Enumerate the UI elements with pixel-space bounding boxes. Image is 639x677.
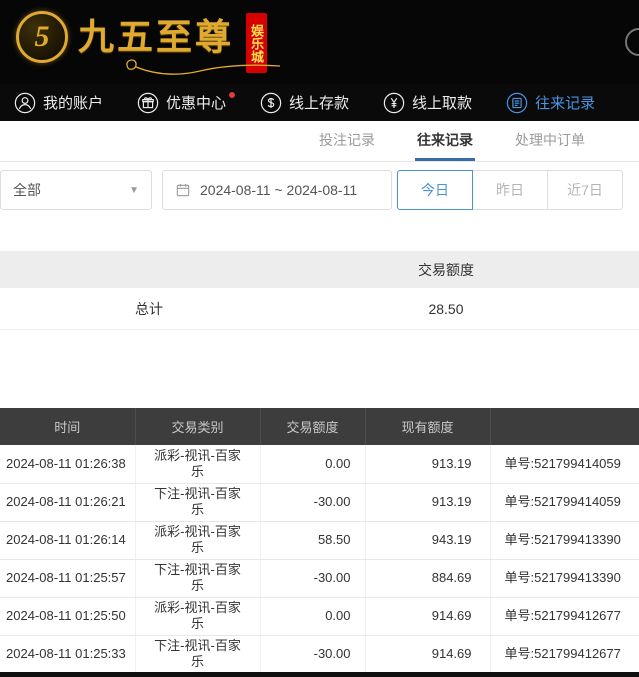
table-row: 2024-08-11 01:25:50 派彩-视讯-百家乐 0.00 914.6…: [0, 597, 639, 635]
table-row: 2024-08-11 01:25:57 下注-视讯-百家乐 -30.00 884…: [0, 559, 639, 597]
cell-order-number: 单号:521799414059: [490, 483, 639, 521]
summary-total-label: 总计: [0, 288, 298, 329]
gift-icon: [137, 92, 159, 114]
cell-time: 2024-08-11 01:26:38: [0, 445, 135, 483]
cell-time: 2024-08-11 01:25:50: [0, 597, 135, 635]
tab-processing-orders[interactable]: 处理中订单: [513, 121, 587, 161]
filter-bar: 全部 ▼ 2024-08-11 ~ 2024-08-11 今日 昨日 近7日: [0, 170, 639, 210]
nav-item-label: 优惠中心: [166, 92, 226, 113]
cell-type: 派彩-视讯-百家乐: [135, 597, 260, 635]
cell-amount: 58.50: [260, 521, 365, 559]
cell-amount: 0.00: [260, 597, 365, 635]
flourish-decoration-icon: [118, 56, 288, 78]
cell-order-number: 单号:521799412677: [490, 597, 639, 635]
records-table-head: 时间 交易类别 交易额度 现有额度: [0, 408, 639, 445]
table-row: 2024-08-11 01:26:21 下注-视讯-百家乐 -30.00 913…: [0, 483, 639, 521]
yesterday-button[interactable]: 昨日: [472, 170, 548, 210]
cell-type: 下注-视讯-百家乐: [135, 559, 260, 597]
col-header-type: 交易类别: [135, 408, 260, 445]
nav-item-label: 我的账户: [43, 92, 103, 113]
cell-amount: 0.00: [260, 445, 365, 483]
logo-symbol: 5: [35, 20, 50, 54]
summary-table: 交易额度 总计 28.50: [0, 251, 639, 330]
cell-amount: -30.00: [260, 559, 365, 597]
cell-time: 2024-08-11 01:25:57: [0, 559, 135, 597]
cell-type: 派彩-视讯-百家乐: [135, 521, 260, 559]
nav-item-label: 往来记录: [535, 92, 595, 113]
tab-transaction-records[interactable]: 往来记录: [415, 121, 475, 161]
summary-amount-header: 交易额度: [298, 251, 639, 288]
nav-item-transaction-records[interactable]: 往来记录: [506, 92, 595, 114]
cell-type: 下注-视讯-百家乐: [135, 635, 260, 673]
col-header-balance: 现有额度: [365, 408, 490, 445]
date-range-value: 2024-08-11 ~ 2024-08-11: [200, 182, 357, 198]
col-header-order: [490, 408, 639, 445]
nav-item-deposit[interactable]: 线上存款: [260, 92, 349, 114]
table-row: 2024-08-11 01:25:33 下注-视讯-百家乐 -30.00 914…: [0, 635, 639, 673]
record-tabs: 投注记录 往来记录 处理中订单: [0, 121, 639, 162]
deposit-coin-icon: [260, 92, 282, 114]
table-row: 2024-08-11 01:26:38 派彩-视讯-百家乐 0.00 913.1…: [0, 445, 639, 483]
nav-item-my-account[interactable]: 我的账户: [14, 92, 103, 114]
category-select-value: 全部: [13, 180, 41, 200]
col-header-time: 时间: [0, 408, 135, 445]
last-7-days-button[interactable]: 近7日: [547, 170, 623, 210]
summary-header-row: 交易额度: [0, 251, 639, 288]
col-header-amount: 交易额度: [260, 408, 365, 445]
cell-type: 下注-视讯-百家乐: [135, 483, 260, 521]
notification-dot: [229, 92, 235, 98]
nav-item-withdraw[interactable]: 线上取款: [383, 92, 472, 114]
corner-circle-icon[interactable]: [625, 28, 639, 56]
summary-header-empty: [0, 251, 298, 288]
nav-item-label: 线上取款: [412, 92, 472, 113]
bottom-bar: [0, 672, 639, 677]
cell-time: 2024-08-11 01:26:14: [0, 521, 135, 559]
cell-time: 2024-08-11 01:25:33: [0, 635, 135, 673]
cell-balance: 914.69: [365, 597, 490, 635]
tab-bet-records[interactable]: 投注记录: [317, 121, 377, 161]
withdraw-coin-icon: [383, 92, 405, 114]
cell-order-number: 单号:521799412677: [490, 635, 639, 673]
calendar-icon: [175, 182, 191, 198]
quick-date-buttons: 今日 昨日 近7日: [397, 170, 623, 210]
nav-item-label: 线上存款: [289, 92, 349, 113]
nav-item-promotions[interactable]: 优惠中心: [137, 92, 226, 114]
cell-amount: -30.00: [260, 635, 365, 673]
site-header: 5 九五至尊 娱乐城: [0, 0, 639, 84]
page: 5 九五至尊 娱乐城 我的账户 优惠中心: [0, 0, 639, 674]
date-range-input[interactable]: 2024-08-11 ~ 2024-08-11: [162, 170, 392, 210]
brand-logo-icon: 5: [16, 11, 68, 63]
table-row: 2024-08-11 01:26:14 派彩-视讯-百家乐 58.50 943.…: [0, 521, 639, 559]
cell-order-number: 单号:521799413390: [490, 559, 639, 597]
records-table: 时间 交易类别 交易额度 现有额度 2024-08-11 01:26:38 派彩…: [0, 408, 639, 674]
summary-total-row: 总计 28.50: [0, 288, 639, 330]
category-select[interactable]: 全部 ▼: [0, 170, 152, 210]
user-icon: [14, 92, 36, 114]
cell-amount: -30.00: [260, 483, 365, 521]
records-icon: [506, 92, 528, 114]
cell-balance: 884.69: [365, 559, 490, 597]
cell-balance: 913.19: [365, 445, 490, 483]
cell-order-number: 单号:521799413390: [490, 521, 639, 559]
cell-balance: 943.19: [365, 521, 490, 559]
cell-type: 派彩-视讯-百家乐: [135, 445, 260, 483]
cell-balance: 914.69: [365, 635, 490, 673]
today-button[interactable]: 今日: [397, 170, 473, 210]
records-table-body: 2024-08-11 01:26:38 派彩-视讯-百家乐 0.00 913.1…: [0, 445, 639, 673]
cell-time: 2024-08-11 01:26:21: [0, 483, 135, 521]
chevron-down-icon: ▼: [129, 185, 139, 196]
cell-order-number: 单号:521799414059: [490, 445, 639, 483]
summary-total-value: 28.50: [298, 288, 639, 329]
cell-balance: 913.19: [365, 483, 490, 521]
main-nav: 我的账户 优惠中心 线上存款 线上取款: [0, 84, 639, 121]
